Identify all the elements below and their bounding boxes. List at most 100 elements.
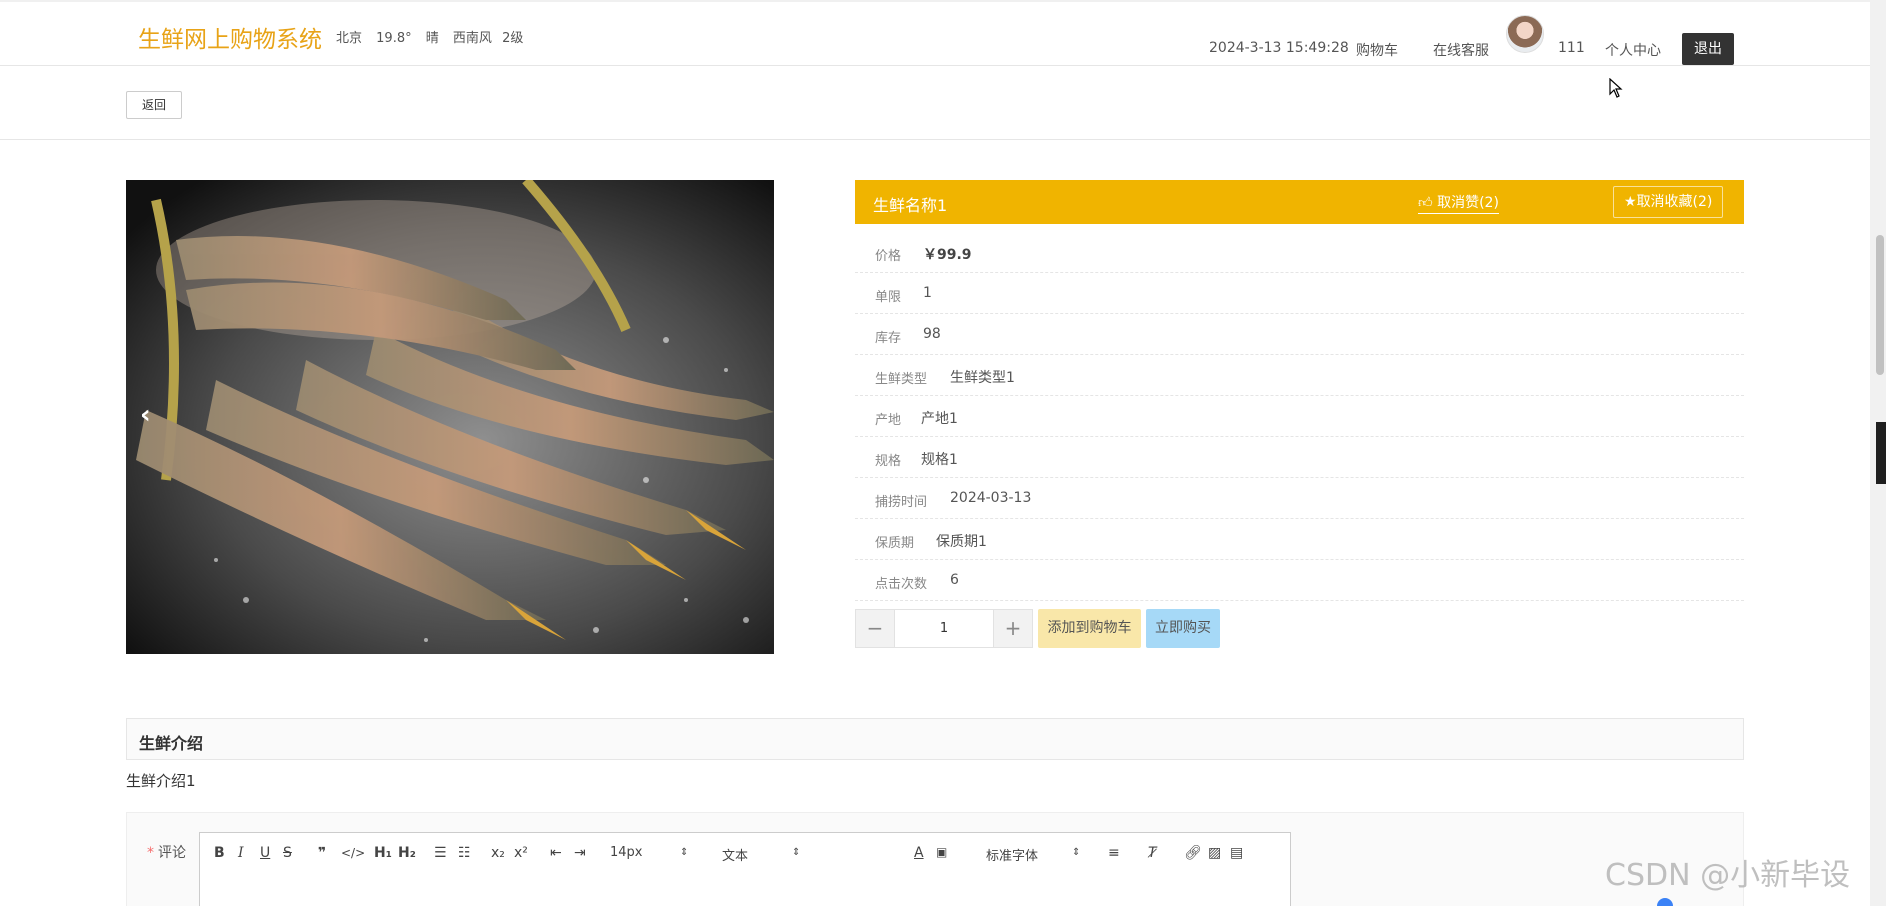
weather-condition: 晴 [425, 31, 439, 46]
unlike-label: 取消赞(2) [1437, 195, 1499, 211]
image-icon[interactable]: ▨ [1208, 845, 1221, 861]
ordered-list-icon[interactable]: ☰ [434, 845, 447, 861]
unfavorite-button[interactable]: ★取消收藏(2) [1613, 186, 1724, 218]
current-datetime: 2024-3-13 15:49:28 [1209, 40, 1349, 56]
bullet-list-icon[interactable]: ☷ [458, 845, 471, 861]
editor-toolbar: B I U S ❞ </> H₁ H₂ ☰ ☷ x₂ x² ⇤ ⇥ 14px ⇕… [199, 832, 1291, 875]
weather-widget: 北京 19.8° 晴 西南风 2级 [336, 27, 533, 46]
underline-icon[interactable]: U [260, 845, 270, 861]
heading1-icon[interactable]: H₁ [374, 845, 392, 861]
attr-label: 点击次数 [875, 577, 928, 592]
top-header: 生鲜网上购物系统 北京 19.8° 晴 西南风 2级 2024-3-13 15:… [0, 0, 1870, 66]
font-family-value: 标准字体 [986, 849, 1039, 864]
attr-label: 保质期 [875, 536, 915, 551]
product-image [126, 180, 774, 654]
weather-wind-dir: 西南风 [452, 31, 492, 46]
star-icon: ★ [1624, 194, 1637, 210]
attr-row-origin: 产地 产地1 [855, 396, 1744, 437]
weather-city: 北京 [336, 31, 363, 46]
profile-link[interactable]: 个人中心 [1605, 40, 1661, 60]
increase-button[interactable]: + [993, 609, 1033, 648]
back-button[interactable]: 返回 [126, 91, 182, 119]
strikethrough-icon[interactable]: S [283, 845, 292, 861]
product-image-carousel[interactable]: ‹ [126, 180, 774, 654]
attr-label: 单限 [875, 290, 902, 305]
attr-row-catch-time: 捕捞时间 2024-03-13 [855, 478, 1744, 519]
buy-now-button[interactable]: 立即购买 [1146, 609, 1220, 648]
attr-row-shelf-life: 保质期 保质期1 [855, 519, 1744, 560]
avatar[interactable] [1506, 15, 1544, 53]
decrease-button[interactable]: − [855, 609, 895, 648]
select-caret-icon: ⇕ [680, 847, 689, 858]
intro-heading: 生鲜介绍 [139, 734, 204, 753]
select-caret-icon: ⇕ [1072, 847, 1081, 858]
price-value: ￥99.9 [923, 247, 972, 263]
background-color-icon[interactable]: ▣ [936, 845, 947, 859]
blockquote-icon[interactable]: ❞ [318, 845, 326, 861]
carousel-prev-icon[interactable]: ‹ [140, 400, 151, 430]
outdent-icon[interactable]: ⇤ [550, 845, 562, 861]
product-title-bar: 生鲜名称1 👍︎ 取消赞(2) ★取消收藏(2) [855, 180, 1744, 224]
select-caret-icon: ⇕ [792, 847, 801, 858]
video-icon[interactable]: ▤ [1230, 845, 1243, 861]
site-brand[interactable]: 生鲜网上购物系统 [138, 20, 322, 54]
indent-icon[interactable]: ⇥ [574, 845, 586, 861]
attr-label: 产地 [875, 413, 902, 428]
comment-label-text: 评论 [158, 845, 186, 861]
attr-row-stock: 库存 98 [855, 314, 1744, 355]
attr-label: 规格 [875, 454, 902, 469]
align-icon[interactable]: ≡ [1108, 845, 1120, 861]
attr-value: 6 [950, 572, 959, 588]
unlike-button[interactable]: 👍︎ 取消赞(2) [1418, 192, 1499, 214]
comment-label: * 评论 [147, 842, 186, 862]
attr-row-type: 生鲜类型 生鲜类型1 [855, 355, 1744, 396]
attr-value: 规格1 [921, 452, 958, 468]
watermark: CSDN @小新毕设 [1605, 858, 1851, 893]
heading2-icon[interactable]: H₂ [398, 845, 416, 861]
cart-link[interactable]: 购物车 [1356, 40, 1398, 60]
font-size-value: 14px [610, 845, 643, 860]
attr-row-clicks: 点击次数 6 [855, 560, 1744, 601]
text-style-select[interactable]: 文本 ⇕ [722, 845, 802, 864]
attr-label: 生鲜类型 [875, 372, 928, 387]
comment-editor[interactable] [199, 874, 1291, 906]
username: 111 [1558, 40, 1585, 56]
attr-label: 捕捞时间 [875, 495, 928, 510]
superscript-icon[interactable]: x² [514, 845, 528, 861]
page: 生鲜网上购物系统 北京 19.8° 晴 西南风 2级 2024-3-13 15:… [0, 0, 1886, 906]
intro-text: 生鲜介绍1 [126, 772, 196, 790]
add-to-cart-button[interactable]: 添加到购物车 [1038, 609, 1141, 648]
logout-button[interactable]: 退出 [1682, 33, 1734, 65]
scrollbar-thumb[interactable] [1876, 235, 1884, 375]
attr-value: 保质期1 [936, 534, 987, 550]
attr-row-limit: 单限 1 [855, 273, 1744, 314]
font-color-icon[interactable]: A [914, 845, 924, 861]
bold-icon[interactable]: B [214, 845, 225, 861]
code-block-icon[interactable]: </> [341, 846, 365, 860]
unfavorite-label: 取消收藏(2) [1636, 194, 1713, 210]
scrollbar-marker [1876, 422, 1886, 484]
font-family-select[interactable]: 标准字体 ⇕ [986, 845, 1082, 864]
attr-value: 产地1 [921, 411, 958, 427]
online-service-link[interactable]: 在线客服 [1433, 40, 1489, 60]
font-size-select[interactable]: 14px ⇕ [610, 845, 690, 860]
link-icon[interactable]: 🔗︎ [1184, 845, 1202, 861]
attr-value: 1 [923, 285, 932, 301]
back-bar: 返回 [0, 66, 1870, 140]
product-name: 生鲜名称1 [873, 196, 948, 215]
text-style-value: 文本 [722, 849, 749, 864]
attr-row-price: 价格 ￥99.9 [855, 232, 1744, 273]
attr-value: 2024-03-13 [950, 490, 1032, 506]
italic-icon[interactable]: I [238, 845, 244, 861]
attr-value: 生鲜类型1 [950, 370, 1015, 386]
subscript-icon[interactable]: x₂ [491, 845, 505, 861]
clear-format-icon[interactable]: T̷ [1148, 845, 1157, 861]
weather-wind-level: 2级 [502, 31, 524, 46]
required-mark: * [147, 845, 154, 861]
attr-label: 价格 [875, 249, 902, 264]
quantity-input[interactable]: 1 [895, 609, 993, 648]
attr-label: 库存 [875, 331, 902, 346]
attr-row-spec: 规格 规格1 [855, 437, 1744, 478]
thumbs-up-icon: 👍︎ [1418, 195, 1433, 211]
intro-header: 生鲜介绍 [126, 718, 1744, 760]
